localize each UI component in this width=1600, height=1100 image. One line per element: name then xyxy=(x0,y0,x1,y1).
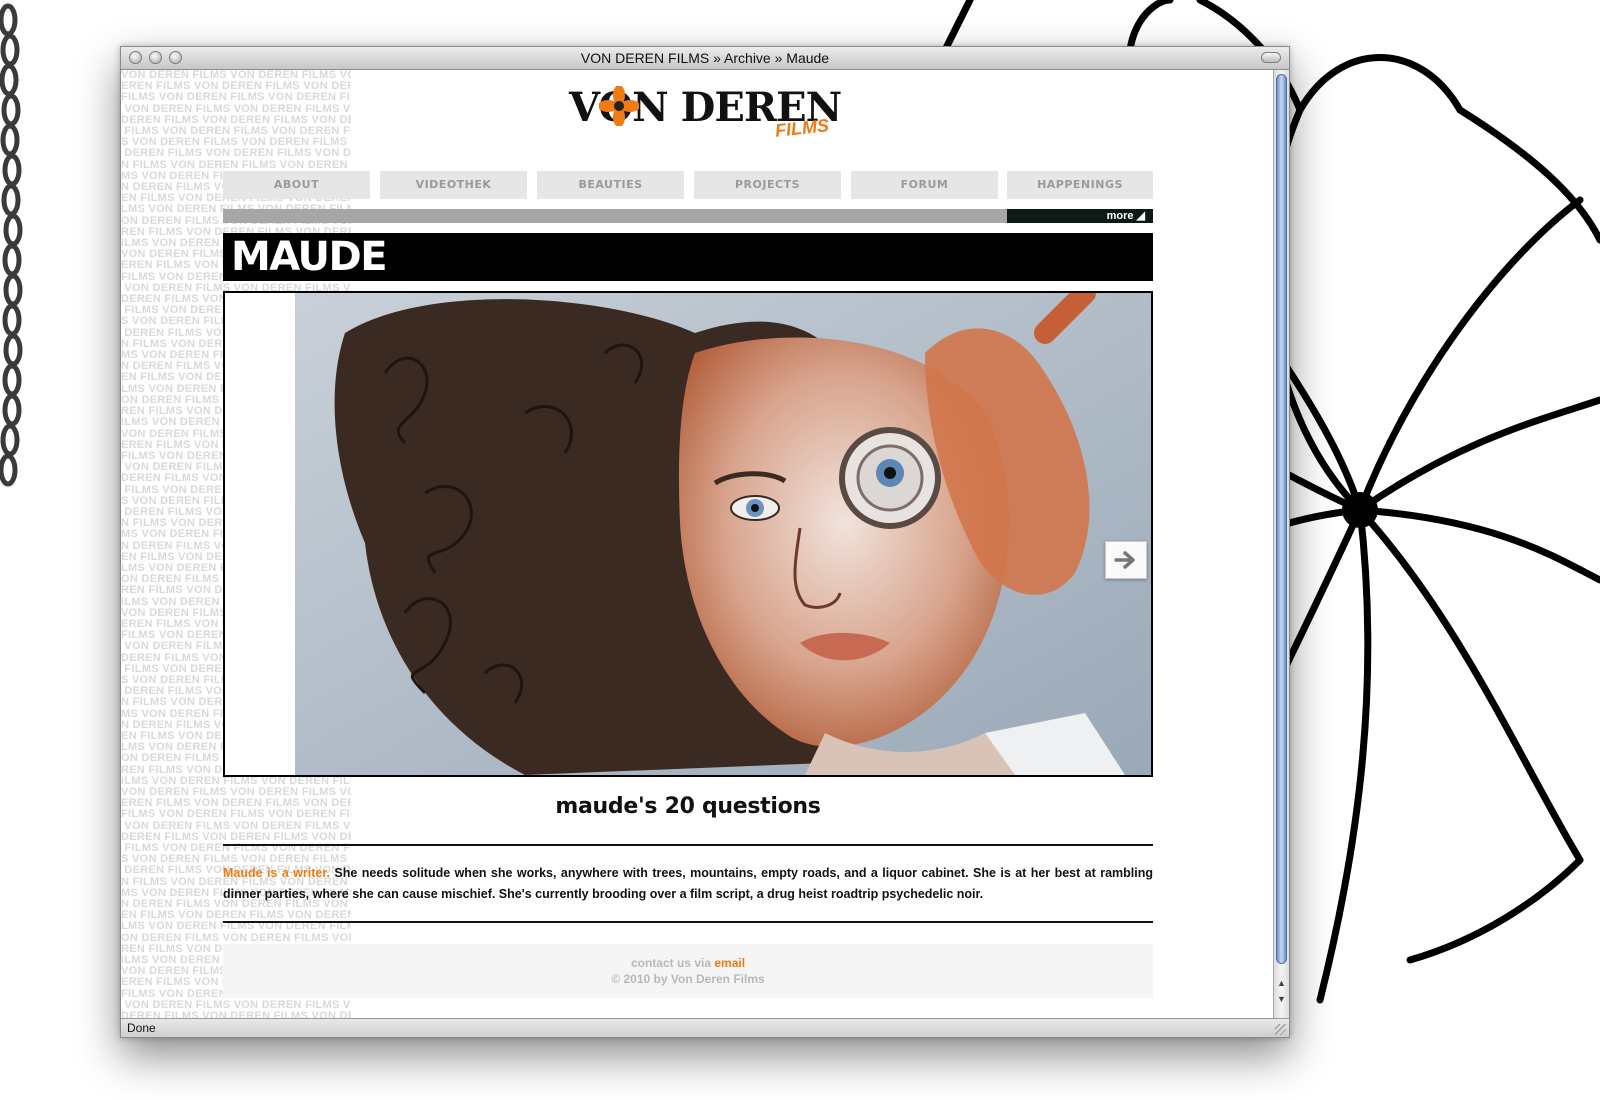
main-nav: ABOUT VIDEOTHEK BEAUTIES PROJECTS FORUM … xyxy=(223,171,1153,199)
questions-heading[interactable]: maude's 20 questions xyxy=(223,794,1153,819)
footer-contact: contact us via email xyxy=(223,955,1153,971)
page-footer: contact us via email © 2010 by Von Deren… xyxy=(223,944,1153,998)
browser-window: VON DEREN FILMS » Archive » Maude VON DE… xyxy=(120,46,1290,1038)
featured-artwork xyxy=(223,291,1153,777)
page-title: MAUDE xyxy=(231,234,388,280)
sub-nav-bar: more ◢ xyxy=(223,209,1153,223)
next-image-button[interactable] xyxy=(1105,541,1147,579)
scroll-down-icon[interactable]: ▼ xyxy=(1277,994,1286,1004)
divider-top xyxy=(223,844,1153,846)
nav-item-projects[interactable]: PROJECTS xyxy=(694,171,841,199)
divider-bottom xyxy=(223,921,1153,923)
toolbar-toggle-button[interactable] xyxy=(1261,52,1281,63)
description-lead: Maude is a writer. xyxy=(223,866,330,880)
logo-subtext: FILMS xyxy=(774,115,830,141)
more-button[interactable]: more ◢ xyxy=(1007,209,1153,223)
footer-copyright: © 2010 by Von Deren Films xyxy=(611,972,765,986)
status-text: Done xyxy=(127,1021,156,1035)
chain-decoration xyxy=(0,3,23,487)
nav-item-happenings[interactable]: HAPPENINGS xyxy=(1007,171,1153,199)
nav-item-beauties[interactable]: BEAUTIES xyxy=(537,171,684,199)
page-viewport: VON DEREN FILMS VON DEREN FILMS VON DERE… xyxy=(121,70,1273,1019)
window-titlebar[interactable]: VON DEREN FILMS » Archive » Maude xyxy=(121,47,1289,70)
email-link[interactable]: email xyxy=(714,956,745,970)
nav-item-about[interactable]: ABOUT xyxy=(223,171,370,199)
arrow-right-icon xyxy=(1114,551,1135,569)
portrait-illustration xyxy=(225,293,1151,775)
page-title-banner: MAUDE xyxy=(223,233,1153,281)
nav-item-forum[interactable]: FORUM xyxy=(851,171,998,199)
description-paragraph: Maude is a writer. She needs solitude wh… xyxy=(223,863,1153,905)
window-title: VON DEREN FILMS » Archive » Maude xyxy=(580,50,830,66)
vertical-scrollbar[interactable]: ▲ ▼ xyxy=(1273,70,1289,1019)
status-bar: Done xyxy=(121,1018,1289,1037)
nav-item-videothek[interactable]: VIDEOTHEK xyxy=(380,171,527,199)
scrollbar-thumb[interactable] xyxy=(1276,74,1287,964)
footer-contact-prefix: contact us via xyxy=(630,956,715,970)
description-body: She needs solitude when she works, anywh… xyxy=(223,866,1153,901)
resize-grip-icon[interactable] xyxy=(1275,1024,1286,1035)
flower-logo-icon xyxy=(599,86,639,126)
scroll-up-icon[interactable]: ▲ xyxy=(1277,978,1286,988)
site-logo[interactable]: VON DEREN FILMS xyxy=(569,82,842,141)
